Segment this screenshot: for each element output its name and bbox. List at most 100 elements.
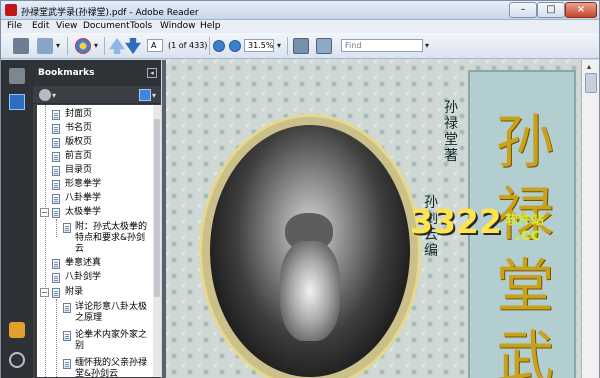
pages-panel-icon[interactable] [9, 68, 25, 84]
collapse-appendix-icon[interactable]: − [40, 288, 49, 297]
zoom-level-input[interactable]: 31.5% [244, 39, 274, 52]
bookmark-page-icon [52, 208, 60, 218]
maximize-icon: □ [546, 4, 556, 15]
attachments-panel-icon[interactable] [9, 352, 25, 368]
site-watermark: 3322 软件站 .cc [410, 202, 550, 248]
collapse-panel-icon[interactable]: ◂ [147, 68, 157, 78]
menu-view[interactable]: View [56, 21, 77, 31]
collapse-taiji-icon[interactable]: − [40, 208, 49, 217]
bookmark-page-icon [63, 303, 71, 313]
watermark-number: 3322 [410, 202, 502, 241]
navigation-rail [1, 60, 33, 378]
bookmark-page-icon [52, 259, 60, 269]
bookmark-page-icon [63, 359, 71, 369]
portrait-beard [280, 241, 340, 341]
bookmark-cover[interactable]: 封面页 [65, 109, 92, 120]
menu-file[interactable]: File [7, 21, 22, 31]
menu-tools[interactable]: Tools [130, 21, 152, 31]
document-scroll-thumb[interactable] [585, 73, 597, 93]
bookmark-page-icon [52, 152, 60, 162]
collaborate-dropdown-icon[interactable]: ▾ [94, 41, 98, 50]
bookmark-page-icon [52, 194, 60, 204]
bookmark-internal-external[interactable]: 论拳术内家外家之别 [75, 330, 151, 352]
menu-document[interactable]: Document [83, 21, 130, 31]
bookmark-quanyi[interactable]: 拳意述真 [65, 258, 101, 269]
bookmark-preface[interactable]: 前言页 [65, 151, 92, 162]
adobe-reader-window: 孙禄堂武学录(孙禄堂).pdf - Adobe Reader – □ × Fil… [0, 0, 600, 378]
close-icon: × [576, 4, 586, 15]
bookmark-title-page[interactable]: 书名页 [65, 123, 92, 134]
minimize-button[interactable]: – [509, 2, 537, 18]
bookmark-page-icon [63, 223, 71, 233]
bookmarks-panel-icon[interactable] [9, 94, 25, 110]
fit-page-icon[interactable] [293, 38, 309, 54]
bookmark-contents[interactable]: 目录页 [65, 165, 92, 176]
previous-page-icon[interactable] [109, 38, 125, 54]
bookmark-bagua[interactable]: 八卦拳学 [65, 193, 101, 204]
watermark-domain: .cc [514, 225, 541, 245]
fit-width-icon[interactable] [316, 38, 332, 54]
bookmarks-scroll-thumb[interactable] [154, 119, 160, 297]
toolbar-separator [104, 37, 105, 55]
document-scrollbar[interactable]: ▴ [581, 60, 599, 378]
expand-bookmark-dropdown-icon[interactable]: ▾ [152, 91, 156, 100]
bookmark-xingyi[interactable]: 形意拳学 [65, 179, 101, 190]
bookmark-page-icon [52, 110, 60, 120]
scroll-up-icon[interactable]: ▴ [587, 62, 591, 71]
main-toolbar: ▾ ▾ A (1 of 433) 31.5% ▾ Find ▾ [1, 33, 599, 59]
bookmark-page-icon [52, 138, 60, 148]
zoom-in-icon[interactable] [229, 40, 241, 52]
menu-bar: File Edit View Document Tools Window Hel… [1, 20, 599, 33]
menu-help[interactable]: Help [200, 21, 221, 31]
options-dropdown-icon[interactable]: ▾ [52, 91, 56, 100]
find-dropdown-icon[interactable]: ▾ [425, 41, 429, 50]
menu-window[interactable]: Window [160, 21, 196, 31]
document-viewer[interactable]: 孙禄堂 著 孙剑云 编 孙禄堂武 3322 软件站 .cc [162, 60, 581, 378]
adobe-reader-app-icon [5, 4, 17, 16]
bookmark-taiji[interactable]: 太极拳学 [65, 207, 101, 218]
email-icon[interactable] [37, 38, 53, 54]
expand-bookmark-icon[interactable] [139, 89, 151, 101]
close-button[interactable]: × [565, 2, 597, 18]
bookmark-page-icon [52, 166, 60, 176]
portrait-frame [199, 114, 421, 378]
window-title: 孙禄堂武学录(孙禄堂).pdf - Adobe Reader [21, 8, 199, 18]
page-number-input[interactable]: A [147, 39, 163, 52]
bookmark-bagua-sword[interactable]: 八卦剑学 [65, 272, 101, 283]
bookmark-page-icon [52, 288, 60, 298]
collaborate-icon[interactable] [75, 38, 91, 54]
next-page-icon[interactable] [125, 38, 141, 54]
zoom-out-icon[interactable] [213, 40, 225, 52]
bookmarks-title: Bookmarks [38, 68, 95, 78]
options-gear-icon[interactable] [39, 89, 51, 101]
bookmark-tree: 封面页 书名页 版权页 前言页 目录页 形意拳学 八卦拳学 − 太极拳学 附：孙… [37, 105, 153, 377]
bookmark-page-icon [63, 331, 71, 341]
zoom-dropdown-icon[interactable]: ▾ [277, 41, 281, 50]
bookmarks-scrollbar[interactable] [153, 105, 161, 377]
bookmark-principles[interactable]: 详论形意八卦太极之原理 [75, 302, 151, 324]
title-bar: 孙禄堂武学录(孙禄堂).pdf - Adobe Reader – □ × [1, 1, 599, 20]
email-dropdown-icon[interactable]: ▾ [56, 41, 60, 50]
toolbar-separator [209, 37, 210, 55]
maximize-button[interactable]: □ [537, 2, 565, 18]
portrait-photo [210, 125, 410, 377]
bookmark-taiji-appendix[interactable]: 附：孙式太极拳的特点和要求&孙剑云 [75, 222, 151, 255]
comments-panel-icon[interactable] [9, 322, 25, 338]
toolbar-separator [287, 37, 288, 55]
bookmark-page-icon [52, 180, 60, 190]
bookmarks-header: Bookmarks ◂ [33, 60, 161, 86]
tree-line [56, 299, 57, 377]
print-icon[interactable] [13, 38, 29, 54]
toolbar-separator [67, 37, 68, 55]
bookmark-appendix[interactable]: 附录 [65, 287, 83, 298]
bookmark-copyright[interactable]: 版权页 [65, 137, 92, 148]
bookmarks-panel: Bookmarks ◂ ▾ ▾ 封面页 书名页 版权页 前言页 目录页 形意拳学… [33, 60, 161, 378]
author-credit: 孙禄堂 著 [444, 100, 458, 164]
menu-edit[interactable]: Edit [32, 21, 49, 31]
find-input[interactable]: Find [341, 39, 423, 52]
bookmarks-toolbar: ▾ ▾ [33, 86, 161, 104]
tree-line [45, 105, 46, 377]
bookmark-memorial[interactable]: 缅怀我的父亲孙禄堂&孙剑云 [75, 358, 151, 377]
tree-line [56, 219, 57, 237]
page-count-label: (1 of 433) [168, 41, 208, 50]
